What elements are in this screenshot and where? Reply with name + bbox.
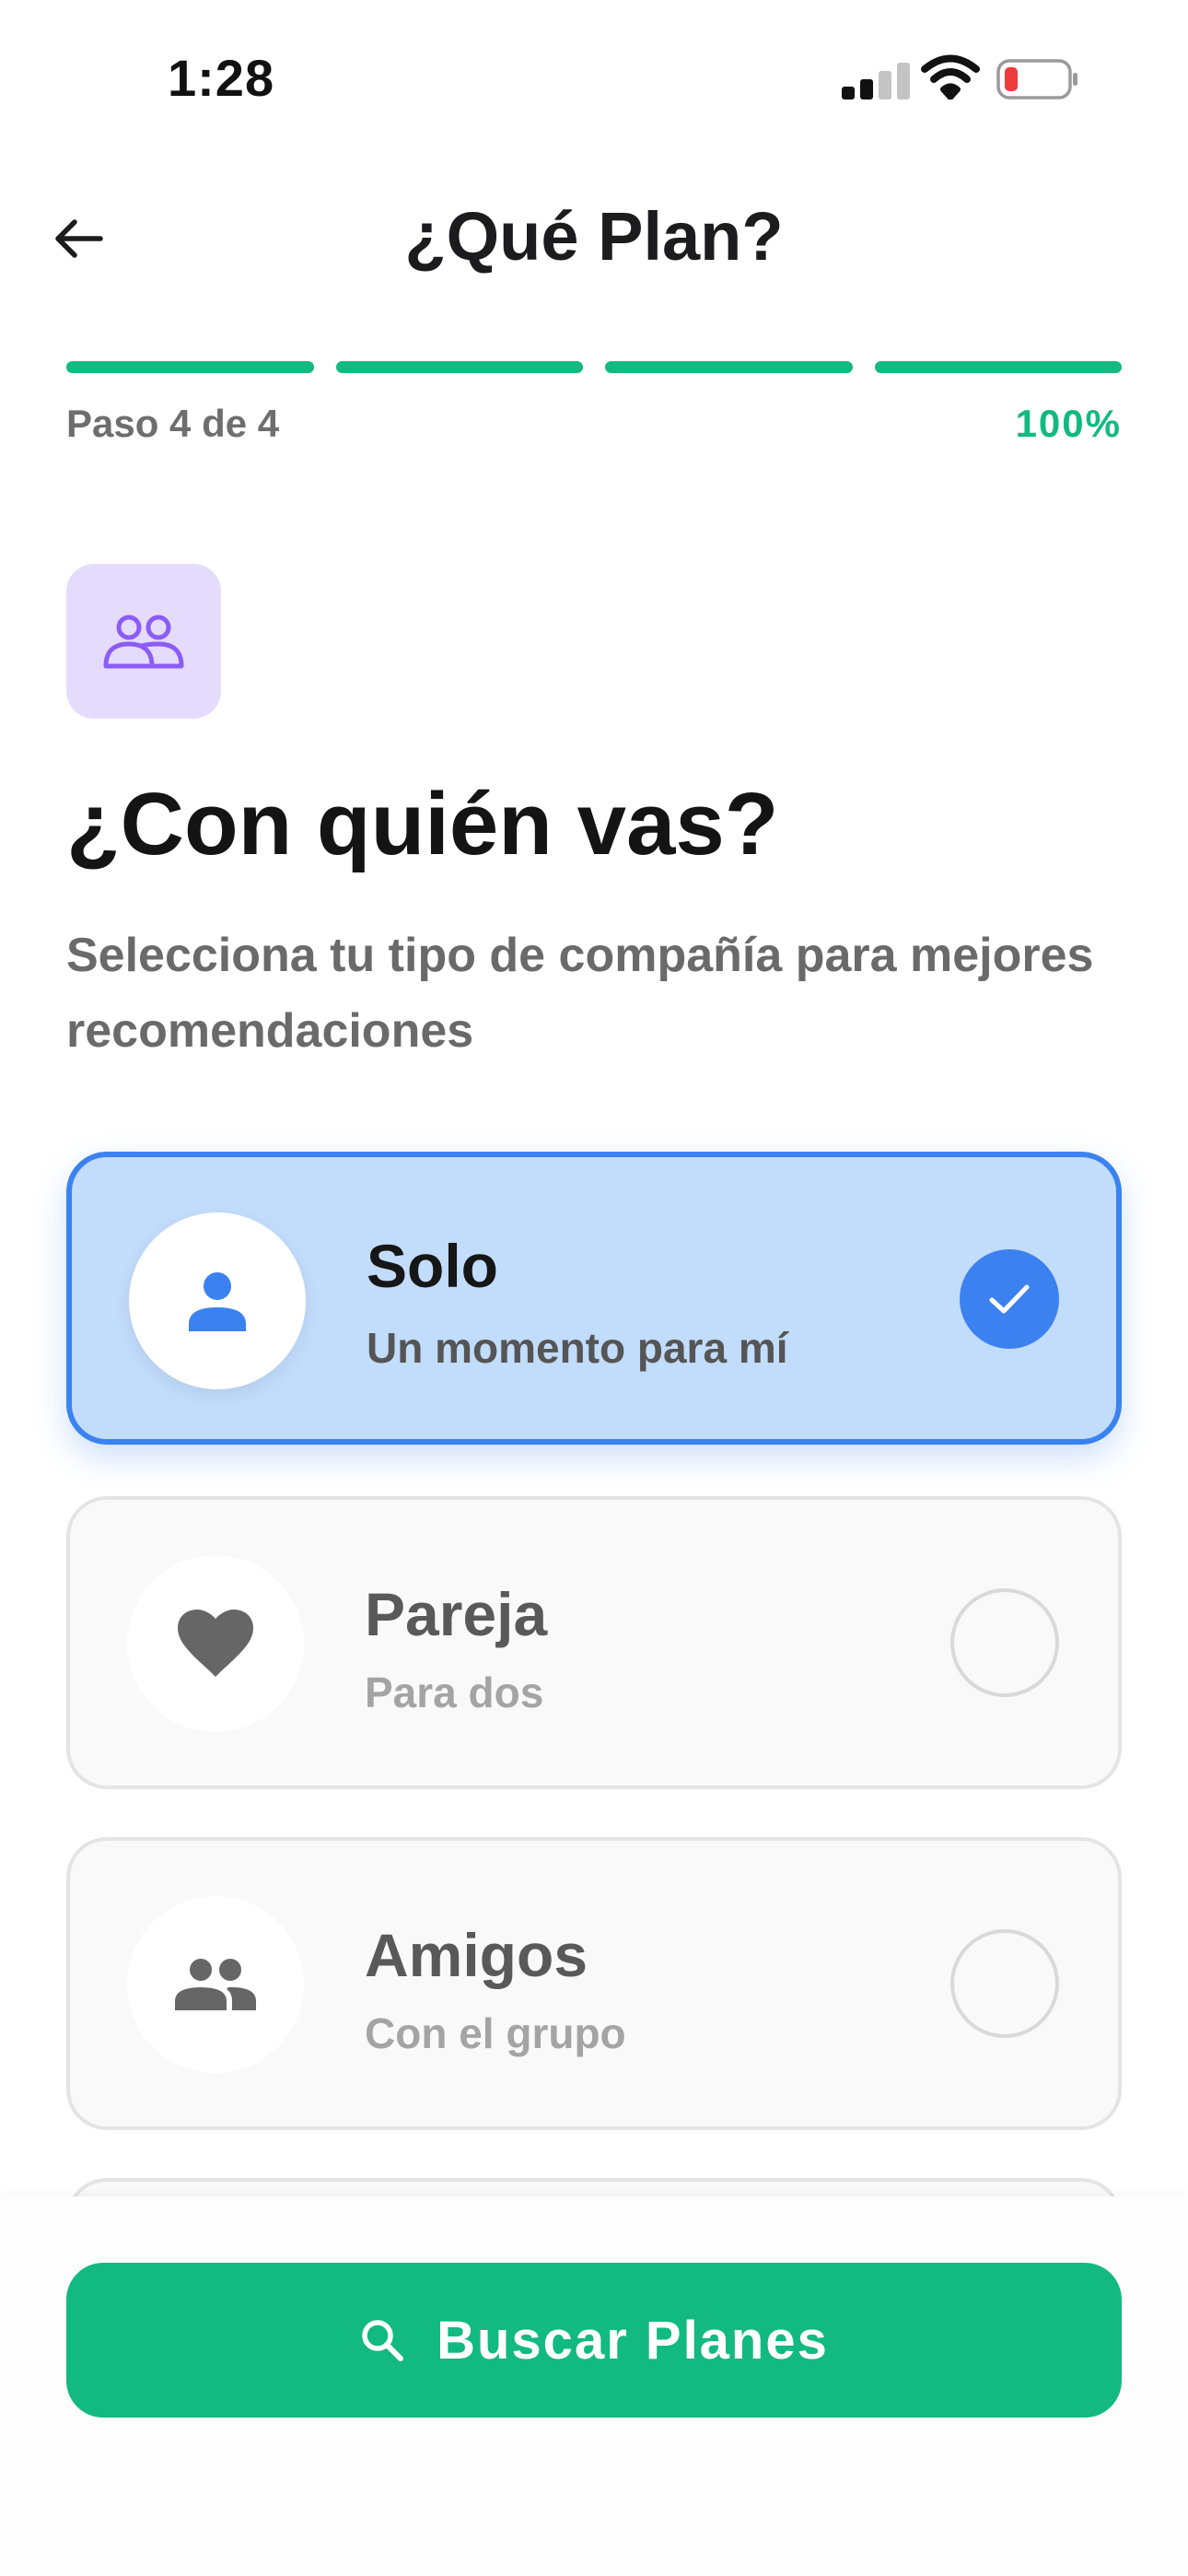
option-title: Pareja xyxy=(365,1580,548,1648)
progress-segment xyxy=(874,361,1122,373)
option-avatar xyxy=(129,1212,306,1389)
option-amigos[interactable]: Amigos Con el grupo xyxy=(66,1837,1122,2130)
radio-unselected[interactable] xyxy=(950,1929,1059,2038)
bottom-bar: Buscar Planes xyxy=(0,2196,1188,2576)
group-icon xyxy=(175,1959,256,2010)
option-subtitle: Un momento para mí xyxy=(367,1324,788,1372)
option-subtitle: Con el grupo xyxy=(365,2009,626,2057)
page-title: ¿Qué Plan? xyxy=(404,198,784,275)
status-bar: 1:28 xyxy=(0,0,1188,157)
search-plans-button[interactable]: Buscar Planes xyxy=(66,2263,1122,2418)
option-pareja[interactable]: Pareja Para dos xyxy=(66,1496,1122,1789)
progress-percent: 100% xyxy=(1015,402,1122,445)
radio-unselected[interactable] xyxy=(950,1588,1059,1697)
status-time: 1:28 xyxy=(168,49,275,107)
heart-icon xyxy=(178,1610,253,1677)
progress-segment xyxy=(605,361,853,373)
search-plans-label: Buscar Planes xyxy=(437,2310,829,2371)
battery-low-icon xyxy=(996,59,1079,100)
option-subtitle: Para dos xyxy=(365,1669,544,1716)
option-avatar xyxy=(127,1555,304,1732)
wifi-icon xyxy=(921,53,980,100)
option-avatar xyxy=(127,1896,304,2073)
step-label: Paso 4 de 4 xyxy=(66,402,280,445)
option-solo[interactable]: Solo Un momento para mí xyxy=(66,1152,1122,1445)
question-heading: ¿Con quién vas? xyxy=(66,775,779,873)
people-outline-icon xyxy=(103,615,184,669)
progress-segment xyxy=(66,361,314,373)
option-title: Amigos xyxy=(365,1921,588,1989)
progress-segment xyxy=(335,361,583,373)
checkmark-icon xyxy=(989,1284,1030,1314)
selected-check xyxy=(960,1249,1059,1349)
option-title: Solo xyxy=(367,1232,498,1300)
cellular-signal-icon xyxy=(842,63,910,100)
progress-bar xyxy=(66,361,1122,373)
search-icon xyxy=(362,2320,404,2361)
hero-icon-tile xyxy=(66,564,221,719)
screen: 1:28 ¿Qué Plan? Paso 4 de 4 100% ¿Con qu… xyxy=(0,0,1188,2576)
question-subtitle: Selecciona tu tipo de compañía para mejo… xyxy=(66,929,1094,1058)
person-icon xyxy=(189,1272,246,1331)
